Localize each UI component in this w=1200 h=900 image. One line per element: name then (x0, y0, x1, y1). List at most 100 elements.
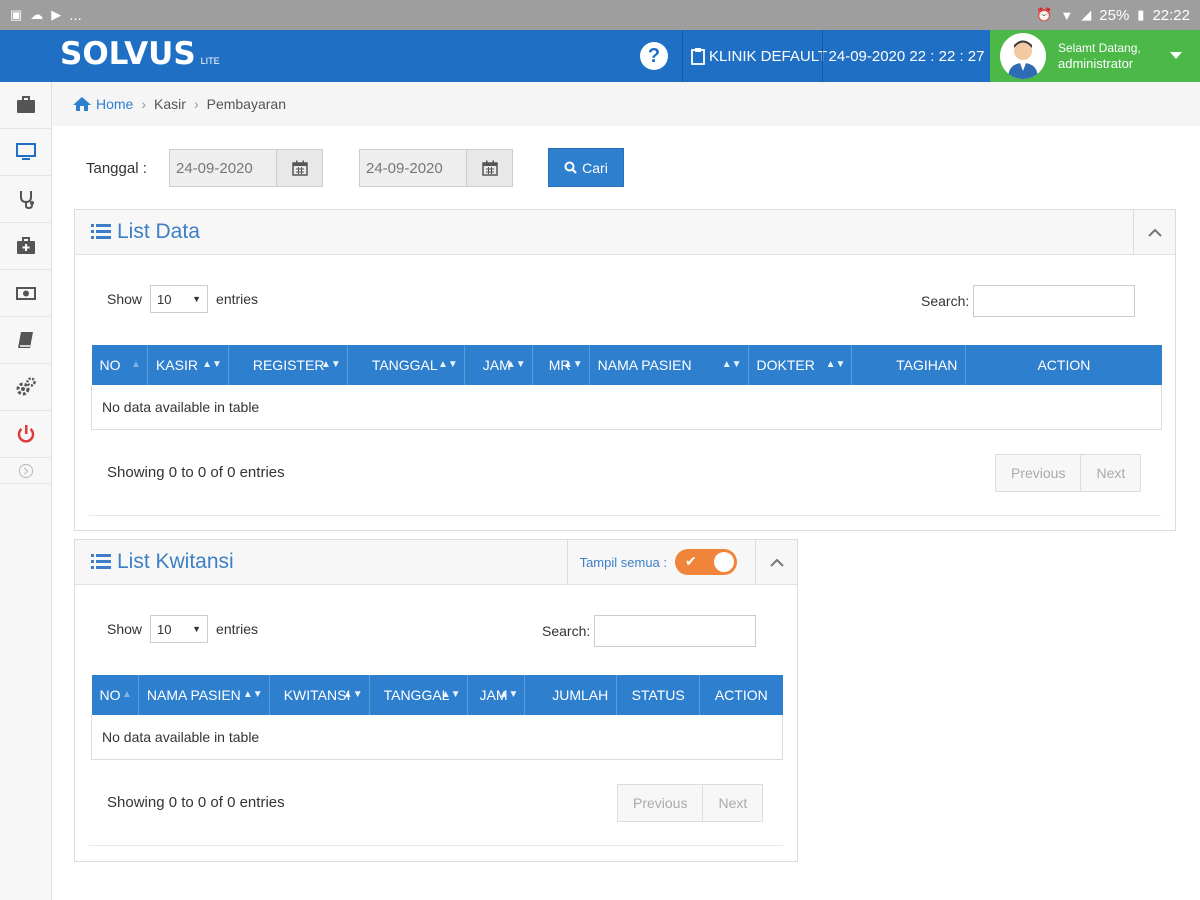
next-button[interactable]: Next (1080, 455, 1140, 491)
column-jam[interactable]: JAM ▲▼ (464, 345, 533, 385)
column-tanggal[interactable]: TANGGAL ▲▼ (369, 675, 468, 715)
previous-button[interactable]: Previous (618, 785, 702, 821)
sort-icon: ▲ (131, 359, 141, 370)
cogs-icon (16, 377, 36, 396)
avatar (1000, 33, 1046, 79)
breadcrumb-kasir[interactable]: Kasir (154, 96, 186, 112)
date-from-field[interactable]: 24-09-2020 (169, 149, 323, 187)
search-icon (564, 161, 577, 174)
sort-icon: ▲ (122, 689, 132, 700)
medkit-icon (17, 237, 35, 254)
panel-divider (89, 515, 1161, 516)
show-label: Show (107, 291, 143, 307)
column-jam[interactable]: JAM ▲▼ (467, 675, 526, 715)
entries-select-value: 10 (157, 621, 172, 637)
play-icon: ▶ (51, 7, 62, 22)
previous-button[interactable]: Previous (996, 455, 1080, 491)
entries-select[interactable]: 10 ▼ (150, 615, 209, 643)
entries-label: entries (216, 621, 259, 637)
column-jumlah[interactable]: JUMLAH (524, 675, 618, 715)
date-to-field[interactable]: 24-09-2020 (359, 149, 513, 187)
column-tagihan[interactable]: TAGIHAN (851, 345, 967, 385)
tampil-semua-label: Tampil semua : (579, 554, 667, 570)
logo-text: SOLVUS (60, 36, 196, 72)
column-mr[interactable]: MR ▲▼ (532, 345, 590, 385)
breadcrumb-home[interactable]: Home (72, 96, 133, 112)
search-label: Search: (921, 293, 970, 309)
list-kwitansi-search-input[interactable] (594, 615, 757, 647)
sort-icon: ▲▼ (440, 689, 461, 700)
date-to-picker[interactable] (466, 150, 512, 186)
logo-suffix: LITE (200, 56, 220, 66)
column-no[interactable]: NO ▲ (91, 345, 148, 385)
table-row: No data available in table (91, 715, 783, 760)
sidebar-item-stethoscope[interactable] (0, 176, 52, 223)
breadcrumb-separator-icon: › (193, 96, 199, 112)
sidebar-item-medkit[interactable] (0, 223, 52, 270)
header-datetime: 24-09-2020 22 : 22 : 27 (822, 30, 990, 82)
signal-icon: ◢ (1081, 7, 1092, 22)
date-from-picker[interactable] (276, 150, 322, 186)
list-data-collapse-button[interactable] (1133, 210, 1175, 254)
column-dokter[interactable]: DOKTER ▲▼ (748, 345, 853, 385)
next-button[interactable]: Next (702, 785, 762, 821)
sort-icon: ▲▼ (202, 359, 222, 370)
column-register[interactable]: REGISTER ▲▼ (228, 345, 348, 385)
clinic-selector[interactable]: KLINIK DEFAULT (682, 30, 835, 82)
breadcrumb: Home › Kasir › Pembayaran (52, 82, 1200, 126)
expand-icon (18, 463, 34, 478)
column-no[interactable]: NO ▲ (91, 675, 139, 715)
sort-icon: ▲▼ (562, 359, 583, 370)
entries-select-value: 10 (157, 291, 172, 307)
sort-icon: ▲▼ (498, 689, 519, 700)
entries-select[interactable]: 10 ▼ (150, 285, 209, 313)
column-kwitansi[interactable]: KWITANSI ▲▼ (269, 675, 370, 715)
show-label: Show (107, 621, 143, 637)
breadcrumb-separator-icon: › (141, 96, 147, 112)
search-button-label: Cari (582, 159, 608, 176)
entries-label: entries (216, 291, 259, 307)
tampil-semua-control: Tampil semua : ✔ (566, 540, 737, 584)
sidebar-item-money[interactable] (0, 270, 52, 317)
list-kwitansi-panel: List Kwitansi Tampil semua : ✔ Show 10 ▼… (74, 539, 798, 862)
breadcrumb-home-label: Home (96, 96, 134, 112)
app-logo[interactable]: SOLVUS LITE (60, 36, 220, 72)
chevron-up-icon (769, 558, 784, 567)
list-kwitansi-collapse-button[interactable] (755, 540, 797, 584)
sort-icon: ▲▼ (437, 359, 458, 370)
breadcrumb-pembayaran: Pembayaran (206, 96, 286, 112)
date-to-value[interactable]: 24-09-2020 (360, 150, 466, 186)
sidebar-item-monitor[interactable] (0, 129, 52, 176)
money-icon (16, 287, 36, 300)
search-button[interactable]: Cari (548, 148, 624, 187)
date-from-value[interactable]: 24-09-2020 (170, 150, 276, 186)
column-action: ACTION (965, 345, 1162, 385)
sidebar-item-book[interactable] (0, 317, 52, 364)
column-kasir[interactable]: KASIR ▲▼ (147, 345, 229, 385)
user-menu[interactable]: Selamt Datang, administrator (990, 30, 1200, 82)
column-tanggal[interactable]: TANGGAL ▲▼ (347, 345, 465, 385)
clinic-name: KLINIK DEFAULT (709, 47, 828, 65)
column-nama-pasien[interactable]: NAMA PASIEN ▲▼ (138, 675, 270, 715)
sort-icon: ▲▼ (342, 689, 363, 700)
sidebar-item-settings[interactable] (0, 364, 52, 411)
gallery-icon: ▣ (10, 7, 23, 22)
list-icon (91, 554, 111, 569)
panel-divider (89, 845, 783, 846)
help-icon: ? (647, 44, 661, 67)
sidebar-item-logout[interactable] (0, 411, 52, 458)
list-data-length: Show 10 ▼ entries (107, 285, 258, 313)
sidebar-toggle[interactable] (0, 458, 52, 484)
list-kwitansi-header: List Kwitansi Tampil semua : ✔ (75, 540, 797, 585)
list-data-search-input[interactable] (973, 285, 1136, 317)
column-status[interactable]: STATUS (616, 675, 701, 715)
user-greeting: Selamt Datang, (1058, 41, 1141, 55)
date-filter-label: Tanggal : (86, 160, 147, 177)
sidebar-item-briefcase[interactable] (0, 82, 52, 129)
tampil-semua-toggle[interactable]: ✔ (675, 549, 737, 575)
help-button[interactable]: ? (640, 42, 668, 70)
sort-icon: ▲▼ (505, 359, 526, 370)
column-nama-pasien[interactable]: NAMA PASIEN ▲▼ (589, 345, 749, 385)
list-icon (91, 224, 111, 239)
list-data-search: Search: (921, 285, 1136, 317)
